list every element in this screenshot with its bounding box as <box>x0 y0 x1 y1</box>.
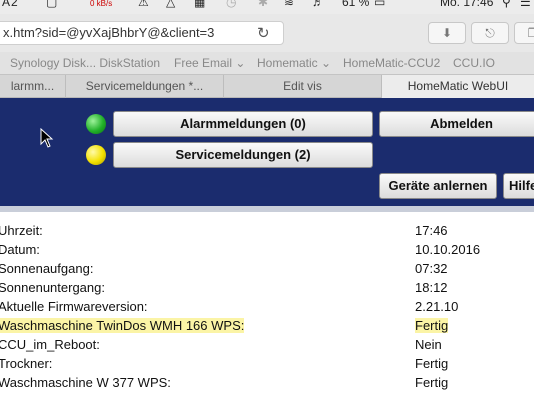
info-value: Fertig <box>415 356 449 371</box>
info-label: Waschmaschine W 377 WPS: <box>0 375 171 390</box>
tabs-overview-icon[interactable]: ❐ <box>514 22 534 44</box>
pair-devices-button[interactable]: Geräte anlernen <box>379 173 497 199</box>
volume-icon[interactable]: ♬ <box>312 0 324 9</box>
info-value: 10.10.2016 <box>415 242 481 257</box>
logout-button[interactable]: Abmelden <box>379 111 534 137</box>
tab-edit-vis[interactable]: Edit vis <box>224 75 382 98</box>
tab-servicemeldungen[interactable]: Servicemeldungen *... <box>66 75 224 98</box>
display-icon[interactable]: ▢ <box>46 0 57 9</box>
info-row: Sonnenuntergang: 18:12 <box>0 279 534 298</box>
share-icon[interactable]: ⎋ <box>471 22 509 44</box>
service-messages-button[interactable]: Servicemeldungen (2) <box>113 142 373 168</box>
reload-icon[interactable]: ↻ <box>257 23 270 44</box>
info-label: Sonnenuntergang: <box>0 280 105 295</box>
tab-bar: larmm... Servicemeldungen *... Edit vis … <box>0 74 534 98</box>
info-value: 17:46 <box>415 223 448 238</box>
info-row: Datum: 10.10.2016 <box>0 241 534 260</box>
bookmark-homematic[interactable]: Homematic ⌄ <box>257 56 331 70</box>
info-row: Trockner: Fertig <box>0 355 534 374</box>
keyboard-icon[interactable]: ▦ <box>194 0 205 9</box>
info-row: Uhrzeit: 17:46 <box>0 222 534 241</box>
download-icon[interactable]: ⬇ <box>428 22 466 44</box>
tab-homematic-webui[interactable]: HomeMatic WebUI <box>382 75 534 98</box>
info-label: CCU_im_Reboot: <box>0 337 100 352</box>
battery-icon[interactable]: ▭ <box>374 0 385 9</box>
wifi-icon[interactable]: ≋ <box>284 0 294 9</box>
time-machine-icon[interactable]: ◷ <box>226 0 236 9</box>
bookmark-synology[interactable]: Synology Disk... DiskStation <box>10 56 160 70</box>
clock[interactable]: Mo. 17:46 <box>440 0 493 9</box>
info-row: Waschmaschine W 377 WPS: Fertig <box>0 374 534 393</box>
info-value: Nein <box>415 337 442 352</box>
menu-bar-app[interactable]: A 2 <box>2 0 18 9</box>
address-bar[interactable]: x.htm?sid=@yvXajBhbrY@&client=3 ↻ <box>0 21 284 45</box>
info-row: CCU_im_Reboot: Nein <box>0 336 534 355</box>
info-value: Fertig <box>415 318 449 333</box>
help-button[interactable]: Hilfe <box>503 173 534 199</box>
info-value: 18:12 <box>415 280 448 295</box>
info-row: Sonnenaufgang: 07:32 <box>0 260 534 279</box>
network-speed: 0 kB/s <box>90 0 113 8</box>
menu-bar: A 2 ▢ 0 kB/s ⚠ △ ▦ ◷ ✱ ≋ ♬ 61 % ▭ Mo. 17… <box>0 0 534 14</box>
service-status-led <box>86 145 106 165</box>
info-label: Uhrzeit: <box>0 223 43 238</box>
info-label: Trockner: <box>0 356 53 371</box>
info-label: Aktuelle Firmwareversion: <box>0 299 148 314</box>
notification-center-icon[interactable]: ☰ <box>520 0 531 9</box>
info-value: 07:32 <box>415 261 448 276</box>
bookmark-homematic-ccu2[interactable]: HomeMatic-CCU2 <box>343 56 440 70</box>
spotlight-icon[interactable]: ⚲ <box>502 0 511 9</box>
alarm-status-led <box>86 114 106 134</box>
address-bar-text: x.htm?sid=@yvXajBhbrY@&client=3 <box>3 25 215 40</box>
bookmarks-bar: Synology Disk... DiskStation Free Email … <box>0 52 534 74</box>
info-label: Sonnenaufgang: <box>0 261 94 276</box>
info-label: Datum: <box>0 242 40 257</box>
battery-percent[interactable]: 61 % <box>342 0 369 9</box>
mouse-cursor-icon <box>40 128 54 148</box>
info-label: Waschmaschine TwinDos WMH 166 WPS: <box>0 318 245 333</box>
airplay-icon[interactable]: △ <box>166 0 175 9</box>
warning-icon[interactable]: ⚠ <box>138 0 149 9</box>
browser-toolbar: x.htm?sid=@yvXajBhbrY@&client=3 ↻ ⬇ ⎋ ❐ <box>0 14 534 52</box>
alarm-messages-button[interactable]: Alarmmeldungen (0) <box>113 111 373 137</box>
info-row: Waschmaschine TwinDos WMH 166 WPS: Ferti… <box>0 317 534 336</box>
banner-divider <box>0 206 534 212</box>
bookmark-free-email[interactable]: Free Email ⌄ <box>174 56 245 70</box>
info-row: Aktuelle Firmwareversion: 2.21.10 <box>0 298 534 317</box>
bookmark-ccu-io[interactable]: CCU.IO <box>453 56 495 70</box>
tab-alarm[interactable]: larmm... <box>0 75 66 98</box>
info-value: 2.21.10 <box>415 299 459 314</box>
bluetooth-icon[interactable]: ✱ <box>258 0 268 9</box>
info-value: Fertig <box>415 375 449 390</box>
